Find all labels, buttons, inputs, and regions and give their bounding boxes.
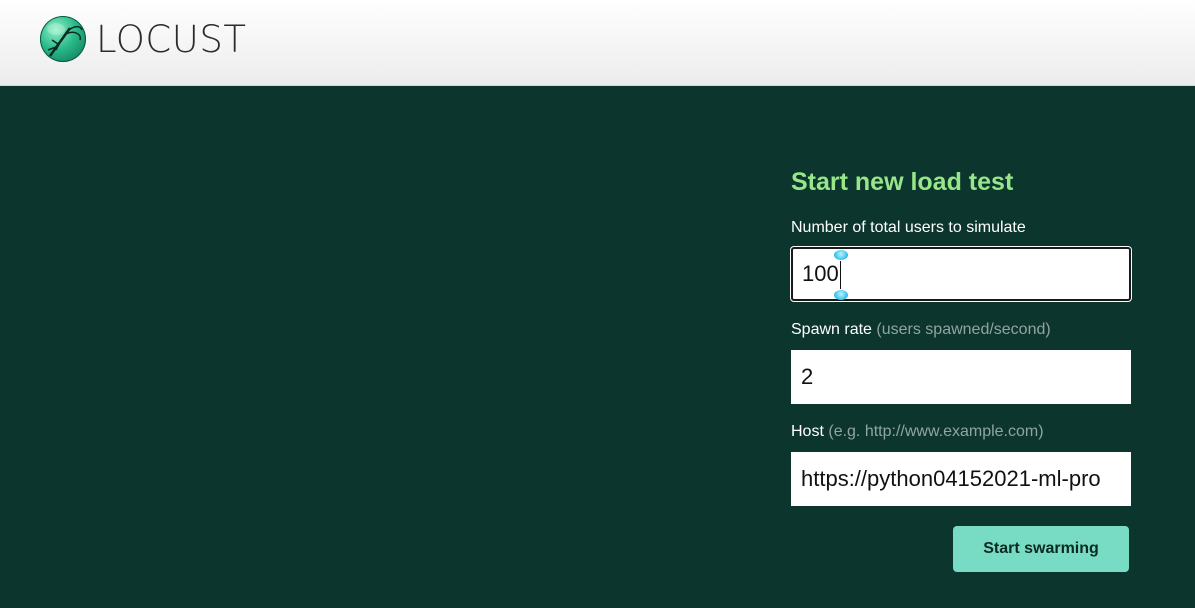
top-bar: LOCUST	[0, 0, 1195, 86]
users-label: Number of total users to simulate	[791, 218, 1026, 238]
spawn-rate-hint: (users spawned/second)	[876, 321, 1051, 338]
selection-handle-bottom[interactable]	[834, 290, 848, 300]
locust-logo-icon	[40, 16, 86, 62]
logo-text: LOCUST	[96, 17, 247, 61]
spawn-rate-label: Spawn rate (users spawned/second)	[791, 320, 1051, 340]
spawn-rate-input[interactable]	[791, 350, 1131, 404]
spawn-rate-label-text: Spawn rate	[791, 321, 872, 338]
text-caret	[840, 261, 841, 289]
form-title: Start new load test	[791, 168, 1014, 196]
host-hint: (e.g. http://www.example.com)	[828, 423, 1044, 440]
start-swarming-button[interactable]: Start swarming	[953, 526, 1129, 572]
selection-handle-top[interactable]	[834, 250, 848, 260]
users-label-text: Number of total users to simulate	[791, 219, 1026, 236]
host-label-text: Host	[791, 423, 824, 440]
locust-logo[interactable]: LOCUST	[40, 15, 246, 63]
host-input[interactable]	[791, 452, 1131, 506]
host-label: Host (e.g. http://www.example.com)	[791, 422, 1044, 442]
